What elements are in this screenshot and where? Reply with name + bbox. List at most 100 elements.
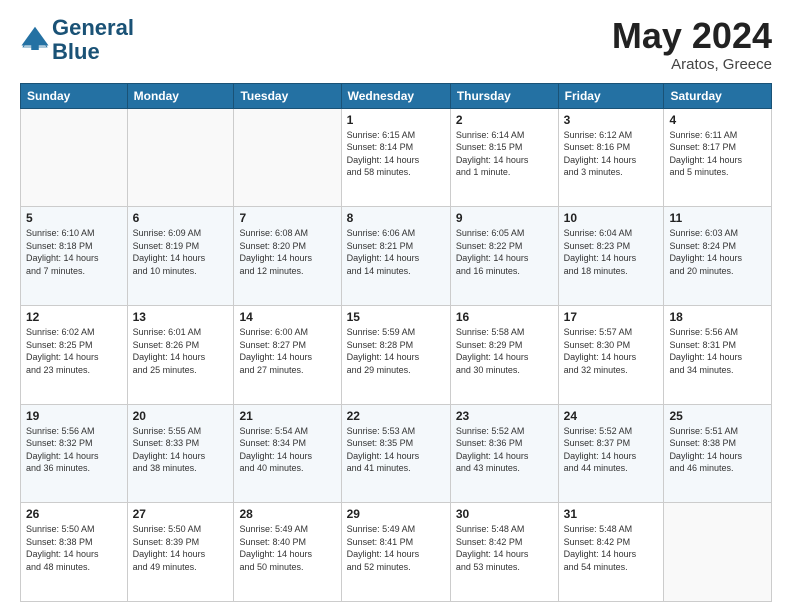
calendar-week-1: 1 Sunrise: 6:15 AM Sunset: 8:14 PM Daylig… xyxy=(21,108,772,207)
calendar-cell-w3-d3: 15 Sunrise: 5:59 AM Sunset: 8:28 PM Dayli… xyxy=(341,305,450,404)
day-info: Sunrise: 5:56 AM Sunset: 8:32 PM Dayligh… xyxy=(26,425,122,475)
day-info: Sunrise: 5:59 AM Sunset: 8:28 PM Dayligh… xyxy=(347,326,445,376)
calendar-cell-w1-d0 xyxy=(21,108,128,207)
day-info: Sunrise: 6:10 AM Sunset: 8:18 PM Dayligh… xyxy=(26,227,122,277)
day-number: 13 xyxy=(133,310,229,324)
header-sunday: Sunday xyxy=(21,83,128,108)
day-number: 15 xyxy=(347,310,445,324)
calendar-week-5: 26 Sunrise: 5:50 AM Sunset: 8:38 PM Dayli… xyxy=(21,503,772,602)
calendar-cell-w1-d1 xyxy=(127,108,234,207)
day-number: 25 xyxy=(669,409,766,423)
day-number: 18 xyxy=(669,310,766,324)
day-number: 14 xyxy=(239,310,335,324)
day-info: Sunrise: 5:58 AM Sunset: 8:29 PM Dayligh… xyxy=(456,326,553,376)
day-number: 10 xyxy=(564,211,659,225)
header-thursday: Thursday xyxy=(450,83,558,108)
calendar-cell-w1-d6: 4Sunrise: 6:11 AM Sunset: 8:17 PM Daylig… xyxy=(664,108,772,207)
calendar-cell-w2-d3: 8Sunrise: 6:06 AM Sunset: 8:21 PM Daylig… xyxy=(341,207,450,306)
header-friday: Friday xyxy=(558,83,664,108)
calendar-cell-w5-d1: 27 Sunrise: 5:50 AM Sunset: 8:39 PM Dayli… xyxy=(127,503,234,602)
calendar-cell-w3-d0: 12 Sunrise: 6:02 AM Sunset: 8:25 PM Dayli… xyxy=(21,305,128,404)
calendar-cell-w4-d1: 20 Sunrise: 5:55 AM Sunset: 8:33 PM Dayli… xyxy=(127,404,234,503)
calendar-table: Sunday Monday Tuesday Wednesday Thursday… xyxy=(20,83,772,602)
day-info: Sunrise: 6:01 AM Sunset: 8:26 PM Dayligh… xyxy=(133,326,229,376)
day-number: 2 xyxy=(456,113,553,127)
calendar-cell-w4-d6: 25 Sunrise: 5:51 AM Sunset: 8:38 PM Dayli… xyxy=(664,404,772,503)
day-info: Sunrise: 6:02 AM Sunset: 8:25 PM Dayligh… xyxy=(26,326,122,376)
day-number: 19 xyxy=(26,409,122,423)
day-info: Sunrise: 6:14 AM Sunset: 8:15 PM Dayligh… xyxy=(456,129,553,179)
calendar-cell-w1-d2 xyxy=(234,108,341,207)
day-number: 1 xyxy=(347,113,445,127)
day-info: Sunrise: 5:48 AM Sunset: 8:42 PM Dayligh… xyxy=(564,523,659,573)
day-number: 11 xyxy=(669,211,766,225)
calendar-week-3: 12 Sunrise: 6:02 AM Sunset: 8:25 PM Dayli… xyxy=(21,305,772,404)
calendar-cell-w5-d6 xyxy=(664,503,772,602)
calendar-cell-w5-d2: 28 Sunrise: 5:49 AM Sunset: 8:40 PM Dayli… xyxy=(234,503,341,602)
header-wednesday: Wednesday xyxy=(341,83,450,108)
calendar-cell-w5-d0: 26 Sunrise: 5:50 AM Sunset: 8:38 PM Dayli… xyxy=(21,503,128,602)
calendar-header-row: Sunday Monday Tuesday Wednesday Thursday… xyxy=(21,83,772,108)
calendar-cell-w4-d5: 24Sunrise: 5:52 AM Sunset: 8:37 PM Dayli… xyxy=(558,404,664,503)
logo-icon xyxy=(20,23,50,53)
day-number: 21 xyxy=(239,409,335,423)
calendar-cell-w5-d5: 31 Sunrise: 5:48 AM Sunset: 8:42 PM Dayli… xyxy=(558,503,664,602)
day-info: Sunrise: 5:51 AM Sunset: 8:38 PM Dayligh… xyxy=(669,425,766,475)
day-info: Sunrise: 5:53 AM Sunset: 8:35 PM Dayligh… xyxy=(347,425,445,475)
day-info: Sunrise: 5:50 AM Sunset: 8:38 PM Dayligh… xyxy=(26,523,122,573)
day-number: 22 xyxy=(347,409,445,423)
calendar-cell-w2-d0: 5Sunrise: 6:10 AM Sunset: 8:18 PM Daylig… xyxy=(21,207,128,306)
calendar-cell-w2-d4: 9Sunrise: 6:05 AM Sunset: 8:22 PM Daylig… xyxy=(450,207,558,306)
calendar-cell-w2-d1: 6 Sunrise: 6:09 AM Sunset: 8:19 PM Daylig… xyxy=(127,207,234,306)
calendar-cell-w3-d1: 13 Sunrise: 6:01 AM Sunset: 8:26 PM Dayli… xyxy=(127,305,234,404)
day-number: 16 xyxy=(456,310,553,324)
header-monday: Monday xyxy=(127,83,234,108)
day-number: 23 xyxy=(456,409,553,423)
day-info: Sunrise: 6:09 AM Sunset: 8:19 PM Dayligh… xyxy=(133,227,229,277)
calendar-cell-w1-d4: 2 Sunrise: 6:14 AM Sunset: 8:15 PM Daylig… xyxy=(450,108,558,207)
day-info: Sunrise: 5:57 AM Sunset: 8:30 PM Dayligh… xyxy=(564,326,659,376)
calendar-cell-w3-d5: 17 Sunrise: 5:57 AM Sunset: 8:30 PM Dayli… xyxy=(558,305,664,404)
day-info: Sunrise: 5:49 AM Sunset: 8:40 PM Dayligh… xyxy=(239,523,335,573)
calendar-cell-w1-d3: 1 Sunrise: 6:15 AM Sunset: 8:14 PM Daylig… xyxy=(341,108,450,207)
day-info: Sunrise: 5:50 AM Sunset: 8:39 PM Dayligh… xyxy=(133,523,229,573)
calendar-cell-w4-d3: 22 Sunrise: 5:53 AM Sunset: 8:35 PM Dayli… xyxy=(341,404,450,503)
day-info: Sunrise: 6:05 AM Sunset: 8:22 PM Dayligh… xyxy=(456,227,553,277)
day-info: Sunrise: 6:04 AM Sunset: 8:23 PM Dayligh… xyxy=(564,227,659,277)
day-number: 31 xyxy=(564,507,659,521)
day-info: Sunrise: 5:49 AM Sunset: 8:41 PM Dayligh… xyxy=(347,523,445,573)
calendar-cell-w4-d4: 23 Sunrise: 5:52 AM Sunset: 8:36 PM Dayli… xyxy=(450,404,558,503)
title-block: May 2024 Aratos, Greece xyxy=(612,16,772,73)
day-number: 12 xyxy=(26,310,122,324)
day-number: 20 xyxy=(133,409,229,423)
logo: GeneralBlue xyxy=(20,16,134,64)
day-number: 26 xyxy=(26,507,122,521)
day-number: 7 xyxy=(239,211,335,225)
day-number: 30 xyxy=(456,507,553,521)
day-number: 4 xyxy=(669,113,766,127)
day-number: 8 xyxy=(347,211,445,225)
calendar-cell-w5-d4: 30Sunrise: 5:48 AM Sunset: 8:42 PM Dayli… xyxy=(450,503,558,602)
day-number: 27 xyxy=(133,507,229,521)
day-number: 28 xyxy=(239,507,335,521)
header-tuesday: Tuesday xyxy=(234,83,341,108)
page: GeneralBlue May 2024 Aratos, Greece Sund… xyxy=(0,0,792,612)
calendar-title: May 2024 xyxy=(612,16,772,56)
calendar-week-2: 5Sunrise: 6:10 AM Sunset: 8:18 PM Daylig… xyxy=(21,207,772,306)
day-number: 29 xyxy=(347,507,445,521)
calendar-cell-w1-d5: 3Sunrise: 6:12 AM Sunset: 8:16 PM Daylig… xyxy=(558,108,664,207)
calendar-cell-w2-d6: 11 Sunrise: 6:03 AM Sunset: 8:24 PM Dayli… xyxy=(664,207,772,306)
day-number: 6 xyxy=(133,211,229,225)
day-info: Sunrise: 6:15 AM Sunset: 8:14 PM Dayligh… xyxy=(347,129,445,179)
calendar-cell-w3-d4: 16 Sunrise: 5:58 AM Sunset: 8:29 PM Dayli… xyxy=(450,305,558,404)
calendar-cell-w3-d2: 14 Sunrise: 6:00 AM Sunset: 8:27 PM Dayli… xyxy=(234,305,341,404)
day-info: Sunrise: 5:52 AM Sunset: 8:37 PM Dayligh… xyxy=(564,425,659,475)
header-saturday: Saturday xyxy=(664,83,772,108)
header: GeneralBlue May 2024 Aratos, Greece xyxy=(20,16,772,73)
day-info: Sunrise: 6:00 AM Sunset: 8:27 PM Dayligh… xyxy=(239,326,335,376)
day-number: 17 xyxy=(564,310,659,324)
day-info: Sunrise: 6:03 AM Sunset: 8:24 PM Dayligh… xyxy=(669,227,766,277)
day-info: Sunrise: 5:52 AM Sunset: 8:36 PM Dayligh… xyxy=(456,425,553,475)
day-info: Sunrise: 6:12 AM Sunset: 8:16 PM Dayligh… xyxy=(564,129,659,179)
day-info: Sunrise: 5:55 AM Sunset: 8:33 PM Dayligh… xyxy=(133,425,229,475)
